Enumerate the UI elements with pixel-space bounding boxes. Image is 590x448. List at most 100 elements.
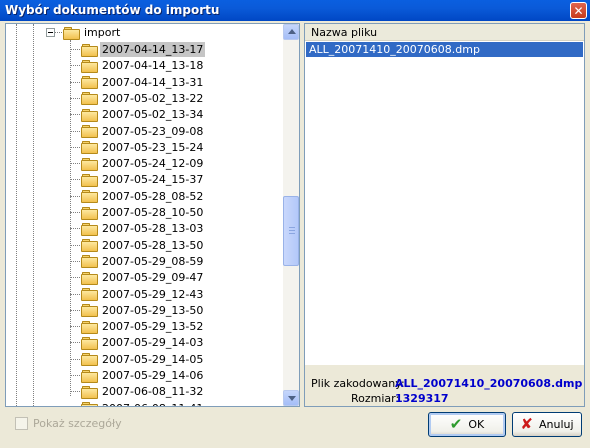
ok-button[interactable]: ✔ OK [428, 412, 506, 437]
encoded-file-label: Plik zakodowany: [311, 377, 405, 390]
tree-item-folder[interactable]: 2007-05-28_13-50 [81, 237, 205, 254]
folder-tree[interactable]: import 2007-04-14_13-17 2007-04-14_13-18 2… [5, 23, 300, 407]
file-row-selected[interactable]: ALL_20071410_20070608.dmp [306, 42, 583, 57]
folder-icon [81, 190, 98, 204]
tree-guide-line [70, 375, 80, 376]
collapse-toggle-icon[interactable] [46, 28, 55, 37]
tree-guide-line [70, 277, 80, 279]
tree-guide-line [70, 163, 80, 165]
file-list[interactable]: Nazwa pliku ALL_20071410_20070608.dmp [305, 24, 584, 365]
tree-item-label: 2007-05-29_08-59 [102, 254, 204, 268]
tree-guide-line [70, 130, 80, 132]
folder-icon [81, 141, 98, 155]
tree-item-folder[interactable]: 2007-05-02_13-34 [81, 106, 205, 123]
tree-item-label: 2007-05-28_10-50 [102, 206, 204, 219]
tree-item-folder[interactable]: 2007-04-14_13-17 [81, 41, 206, 58]
tree-item-label: 2007-05-28_13-50 [102, 238, 204, 252]
close-button[interactable]: ✕ [570, 2, 587, 19]
tree-item-label: 2007-05-29_14-06 [102, 369, 204, 382]
encoded-file-value: ALL_20071410_20070608.dmp [395, 377, 583, 390]
folder-icon [81, 108, 98, 122]
tree-item-label: 2007-05-28_13-03 [102, 222, 204, 236]
folder-icon [81, 320, 98, 334]
tree-item-label: 2007-04-14_13-17 [100, 42, 206, 57]
tree-guide-line [70, 244, 80, 246]
tree-item-label: 2007-05-29_13-50 [102, 303, 204, 317]
tree-item-folder[interactable]: 2007-06-08_11-41 [81, 400, 205, 406]
folder-icon [81, 125, 98, 138]
tree-item-folder[interactable]: 2007-05-23_09-08 [81, 123, 205, 140]
cancel-button[interactable]: ✘ Anuluj [512, 412, 582, 437]
folder-icon [81, 271, 98, 285]
tree-item-folder[interactable]: 2007-05-29_09-47 [81, 269, 205, 286]
tree-guide-line [16, 24, 17, 406]
tree-item-label: 2007-05-29_09-47 [102, 271, 204, 285]
tree-guide-line [70, 195, 80, 197]
column-header-filename[interactable]: Nazwa pliku [305, 24, 584, 41]
tree-item-folder[interactable]: 2007-05-28_13-03 [81, 220, 205, 237]
tree-item-folder[interactable]: 2007-05-29_08-59 [81, 253, 205, 270]
tree-item-label: 2007-05-29_14-03 [102, 336, 204, 350]
folder-icon [81, 336, 98, 350]
folder-icon [81, 222, 98, 236]
tree-item-folder[interactable]: 2007-05-24_12-09 [81, 155, 205, 172]
tree-guide-line [70, 114, 80, 116]
folder-icon [81, 43, 98, 57]
open-folder-icon [63, 26, 80, 40]
scroll-down-arrow-icon[interactable] [283, 390, 299, 406]
tree-guide-line [54, 32, 62, 33]
tree-item-folder[interactable]: 2007-05-29_14-06 [81, 367, 205, 384]
tree-item-import[interactable]: import [63, 24, 122, 41]
tree-guide-line [70, 97, 80, 99]
tree-item-folder[interactable]: 2007-05-24_15-37 [81, 171, 205, 188]
file-panel: Nazwa pliku ALL_20071410_20070608.dmp Pl… [304, 23, 585, 407]
folder-icon [81, 76, 98, 90]
tree-item-label: 2007-04-14_13-18 [102, 59, 204, 73]
tree-item-folder[interactable]: 2007-04-14_13-31 [81, 74, 205, 91]
folder-icon [81, 92, 98, 106]
tree-scrollbar[interactable] [283, 24, 299, 406]
folder-icon [81, 304, 98, 318]
folder-icon [81, 402, 98, 406]
tree-item-folder[interactable]: 2007-05-28_10-50 [81, 204, 205, 221]
tree-guide-line [70, 228, 80, 230]
tree-item-folder[interactable]: 2007-05-29_14-05 [81, 351, 205, 368]
tree-guide-line [70, 146, 80, 148]
folder-icon [81, 173, 98, 187]
tree-item-label: 2007-05-28_08-52 [102, 189, 204, 203]
tree-guide-line [70, 49, 80, 50]
tree-item-label: 2007-06-08_11-41 [100, 401, 205, 406]
tree-guide-line [33, 24, 34, 406]
tree-item-folder[interactable]: 2007-05-02_13-22 [81, 90, 205, 107]
tree-item-label: 2007-06-08_11-32 [102, 385, 204, 399]
tree-item-folder[interactable]: 2007-05-29_13-50 [81, 302, 205, 319]
tree-guide-line [70, 65, 80, 67]
tree-item-label: 2007-05-29_14-05 [102, 352, 204, 366]
tree-guide-line [70, 260, 80, 262]
tree-item-folder[interactable]: 2007-05-29_13-52 [81, 318, 205, 335]
folder-icon [81, 255, 98, 269]
folder-icon [81, 206, 98, 220]
tree-item-folder[interactable]: 2007-06-08_11-32 [81, 383, 205, 400]
checkbox-box[interactable] [15, 417, 28, 430]
folder-icon [81, 385, 98, 399]
tree-item-folder[interactable]: 2007-05-28_08-52 [81, 188, 205, 205]
tree-guide-line [70, 293, 80, 295]
tree-item-label: 2007-05-29_12-43 [102, 287, 204, 301]
tree-item-folder[interactable]: 2007-05-29_12-43 [81, 286, 205, 303]
show-details-checkbox[interactable]: Pokaż szczegóły [15, 417, 122, 430]
scroll-thumb[interactable] [283, 196, 299, 266]
column-header-label: Nazwa pliku [311, 26, 378, 39]
cancel-button-label: Anuluj [539, 418, 574, 431]
folder-icon [81, 157, 98, 171]
tree-item-folder[interactable]: 2007-05-23_15-24 [81, 139, 205, 156]
folder-icon [81, 353, 98, 367]
scroll-up-arrow-icon[interactable] [283, 24, 299, 40]
tree-item-folder[interactable]: 2007-05-29_14-03 [81, 334, 205, 351]
title-bar[interactable]: Wybór dokumentów do importu ✕ [0, 0, 590, 21]
folder-icon [81, 239, 98, 253]
tree-item-label: 2007-05-24_15-37 [102, 173, 204, 187]
tree-guide-line [70, 358, 80, 360]
tree-item-folder[interactable]: 2007-04-14_13-18 [81, 57, 205, 74]
tree-item-label: import [84, 26, 121, 39]
